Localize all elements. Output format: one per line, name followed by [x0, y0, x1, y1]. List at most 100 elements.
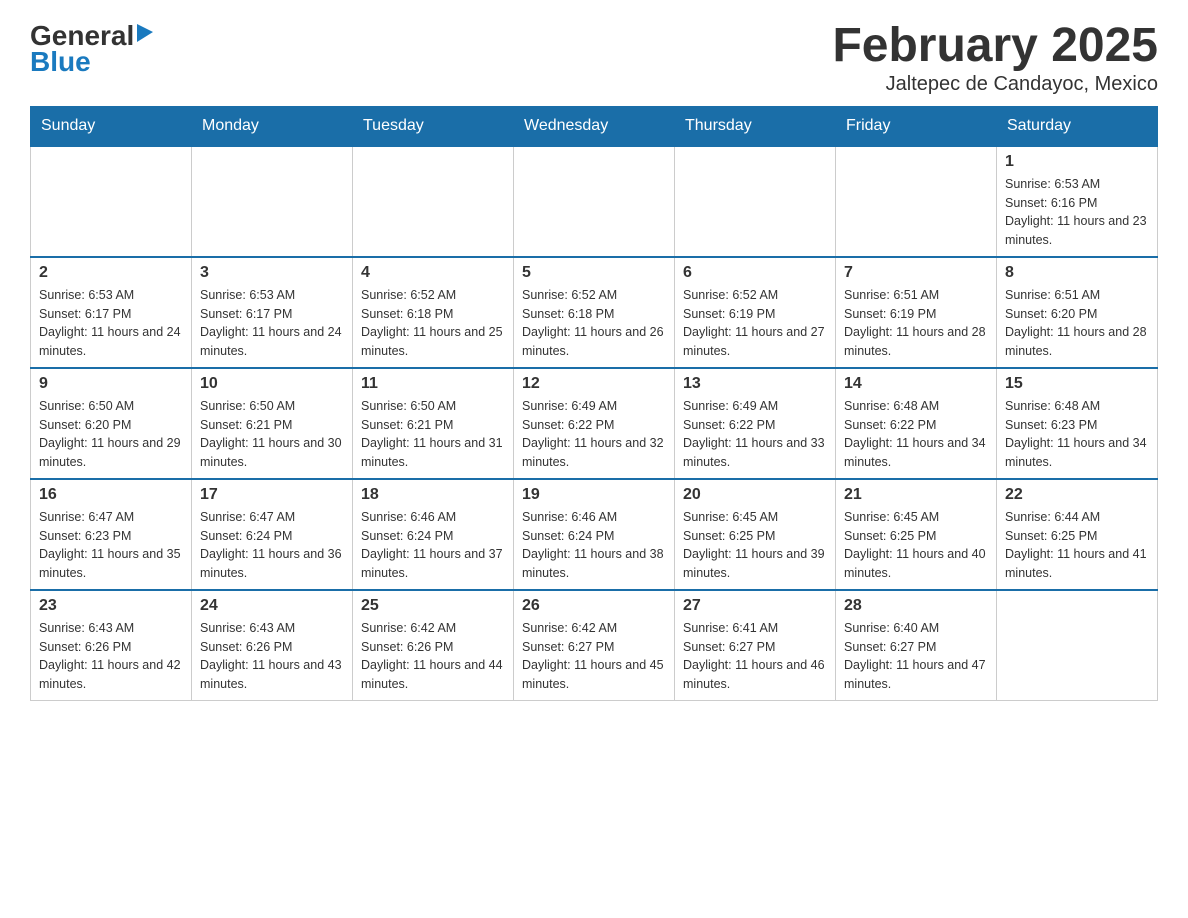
day-number: 13 [683, 375, 827, 393]
calendar-cell: 14Sunrise: 6:48 AMSunset: 6:22 PMDayligh… [836, 368, 997, 479]
day-number: 12 [522, 375, 666, 393]
calendar-cell: 2 Sunrise: 6:53 AMSunset: 6:17 PMDaylight… [31, 257, 192, 368]
calendar-cell: 17 Sunrise: 6:47 AMSunset: 6:24 PMDayligh… [192, 479, 353, 590]
calendar-cell: 24 Sunrise: 6:43 AMSunset: 6:26 PMDayligh… [192, 590, 353, 701]
day-info: Sunrise: 6:50 AMSunset: 6:21 PMDaylight:… [200, 397, 344, 472]
day-number: 10 [200, 375, 344, 393]
calendar-cell: 19Sunrise: 6:46 AMSunset: 6:24 PMDayligh… [514, 479, 675, 590]
calendar-day-header: Monday [192, 106, 353, 146]
calendar-cell: 22Sunrise: 6:44 AMSunset: 6:25 PMDayligh… [997, 479, 1158, 590]
day-info: Sunrise: 6:51 AMSunset: 6:20 PMDaylight:… [1005, 286, 1149, 361]
day-number: 1 [1005, 153, 1149, 171]
calendar-week-row: 2 Sunrise: 6:53 AMSunset: 6:17 PMDaylight… [31, 257, 1158, 368]
day-number: 11 [361, 375, 505, 393]
calendar-cell: 26 Sunrise: 6:42 AMSunset: 6:27 PMDayligh… [514, 590, 675, 701]
calendar-header-row: SundayMondayTuesdayWednesdayThursdayFrid… [31, 106, 1158, 146]
day-info: Sunrise: 6:52 AMSunset: 6:18 PMDaylight:… [522, 286, 666, 361]
calendar-cell: 5 Sunrise: 6:52 AMSunset: 6:18 PMDaylight… [514, 257, 675, 368]
day-number: 6 [683, 264, 827, 282]
day-number: 4 [361, 264, 505, 282]
day-info: Sunrise: 6:48 AMSunset: 6:22 PMDaylight:… [844, 397, 988, 472]
day-info: Sunrise: 6:47 AMSunset: 6:24 PMDaylight:… [200, 508, 344, 583]
day-info: Sunrise: 6:44 AMSunset: 6:25 PMDaylight:… [1005, 508, 1149, 583]
page-title: February 2025 [832, 20, 1158, 73]
day-info: Sunrise: 6:50 AMSunset: 6:21 PMDaylight:… [361, 397, 505, 472]
calendar-cell: 18 Sunrise: 6:46 AMSunset: 6:24 PMDayligh… [353, 479, 514, 590]
calendar-cell: 15Sunrise: 6:48 AMSunset: 6:23 PMDayligh… [997, 368, 1158, 479]
calendar-cell: 23 Sunrise: 6:43 AMSunset: 6:26 PMDayligh… [31, 590, 192, 701]
day-number: 28 [844, 597, 988, 615]
calendar-cell [192, 146, 353, 257]
calendar-day-header: Saturday [997, 106, 1158, 146]
day-info: Sunrise: 6:53 AMSunset: 6:16 PMDaylight:… [1005, 175, 1149, 250]
day-number: 8 [1005, 264, 1149, 282]
calendar-cell: 3 Sunrise: 6:53 AMSunset: 6:17 PMDaylight… [192, 257, 353, 368]
day-number: 15 [1005, 375, 1149, 393]
calendar-cell [675, 146, 836, 257]
page-subtitle: Jaltepec de Candayoc, Mexico [832, 73, 1158, 96]
day-info: Sunrise: 6:41 AMSunset: 6:27 PMDaylight:… [683, 619, 827, 694]
day-info: Sunrise: 6:43 AMSunset: 6:26 PMDaylight:… [200, 619, 344, 694]
day-number: 25 [361, 597, 505, 615]
day-info: Sunrise: 6:46 AMSunset: 6:24 PMDaylight:… [361, 508, 505, 583]
day-number: 3 [200, 264, 344, 282]
calendar-cell: 25 Sunrise: 6:42 AMSunset: 6:26 PMDayligh… [353, 590, 514, 701]
calendar-day-header: Thursday [675, 106, 836, 146]
calendar-cell: 20Sunrise: 6:45 AMSunset: 6:25 PMDayligh… [675, 479, 836, 590]
day-info: Sunrise: 6:42 AMSunset: 6:27 PMDaylight:… [522, 619, 666, 694]
calendar-day-header: Sunday [31, 106, 192, 146]
logo-triangle-icon [137, 22, 153, 47]
calendar-week-row: 23 Sunrise: 6:43 AMSunset: 6:26 PMDayligh… [31, 590, 1158, 701]
day-info: Sunrise: 6:50 AMSunset: 6:20 PMDaylight:… [39, 397, 183, 472]
day-info: Sunrise: 6:47 AMSunset: 6:23 PMDaylight:… [39, 508, 183, 583]
calendar-cell [997, 590, 1158, 701]
calendar-cell: 10 Sunrise: 6:50 AMSunset: 6:21 PMDayligh… [192, 368, 353, 479]
day-info: Sunrise: 6:52 AMSunset: 6:18 PMDaylight:… [361, 286, 505, 361]
day-number: 16 [39, 486, 183, 504]
calendar-week-row: 16 Sunrise: 6:47 AMSunset: 6:23 PMDayligh… [31, 479, 1158, 590]
day-info: Sunrise: 6:51 AMSunset: 6:19 PMDaylight:… [844, 286, 988, 361]
calendar-day-header: Tuesday [353, 106, 514, 146]
day-number: 17 [200, 486, 344, 504]
day-number: 26 [522, 597, 666, 615]
calendar-cell [31, 146, 192, 257]
calendar-cell [836, 146, 997, 257]
day-info: Sunrise: 6:40 AMSunset: 6:27 PMDaylight:… [844, 619, 988, 694]
day-number: 2 [39, 264, 183, 282]
calendar-cell: 16 Sunrise: 6:47 AMSunset: 6:23 PMDayligh… [31, 479, 192, 590]
day-info: Sunrise: 6:43 AMSunset: 6:26 PMDaylight:… [39, 619, 183, 694]
day-number: 9 [39, 375, 183, 393]
day-info: Sunrise: 6:42 AMSunset: 6:26 PMDaylight:… [361, 619, 505, 694]
calendar-day-header: Friday [836, 106, 997, 146]
title-block: February 2025 Jaltepec de Candayoc, Mexi… [832, 20, 1158, 96]
calendar-cell [514, 146, 675, 257]
calendar-cell: 28 Sunrise: 6:40 AMSunset: 6:27 PMDayligh… [836, 590, 997, 701]
day-info: Sunrise: 6:49 AMSunset: 6:22 PMDaylight:… [522, 397, 666, 472]
calendar-cell: 1 Sunrise: 6:53 AMSunset: 6:16 PMDaylight… [997, 146, 1158, 257]
logo-blue: Blue [30, 46, 91, 78]
day-number: 27 [683, 597, 827, 615]
day-info: Sunrise: 6:53 AMSunset: 6:17 PMDaylight:… [39, 286, 183, 361]
calendar-cell: 9 Sunrise: 6:50 AMSunset: 6:20 PMDaylight… [31, 368, 192, 479]
calendar-week-row: 1 Sunrise: 6:53 AMSunset: 6:16 PMDaylight… [31, 146, 1158, 257]
calendar-cell: 12 Sunrise: 6:49 AMSunset: 6:22 PMDayligh… [514, 368, 675, 479]
day-number: 21 [844, 486, 988, 504]
calendar-cell: 21Sunrise: 6:45 AMSunset: 6:25 PMDayligh… [836, 479, 997, 590]
logo: General Blue [30, 20, 153, 78]
calendar-cell: 13 Sunrise: 6:49 AMSunset: 6:22 PMDayligh… [675, 368, 836, 479]
calendar-cell: 7Sunrise: 6:51 AMSunset: 6:19 PMDaylight… [836, 257, 997, 368]
day-number: 24 [200, 597, 344, 615]
day-info: Sunrise: 6:49 AMSunset: 6:22 PMDaylight:… [683, 397, 827, 472]
day-info: Sunrise: 6:53 AMSunset: 6:17 PMDaylight:… [200, 286, 344, 361]
day-number: 20 [683, 486, 827, 504]
calendar-cell: 6Sunrise: 6:52 AMSunset: 6:19 PMDaylight… [675, 257, 836, 368]
day-number: 23 [39, 597, 183, 615]
day-number: 5 [522, 264, 666, 282]
calendar-cell: 4 Sunrise: 6:52 AMSunset: 6:18 PMDaylight… [353, 257, 514, 368]
page-header: General Blue February 2025 Jaltepec de C… [30, 20, 1158, 96]
day-number: 18 [361, 486, 505, 504]
day-number: 19 [522, 486, 666, 504]
calendar-table: SundayMondayTuesdayWednesdayThursdayFrid… [30, 106, 1158, 701]
calendar-cell: 11 Sunrise: 6:50 AMSunset: 6:21 PMDayligh… [353, 368, 514, 479]
calendar-day-header: Wednesday [514, 106, 675, 146]
